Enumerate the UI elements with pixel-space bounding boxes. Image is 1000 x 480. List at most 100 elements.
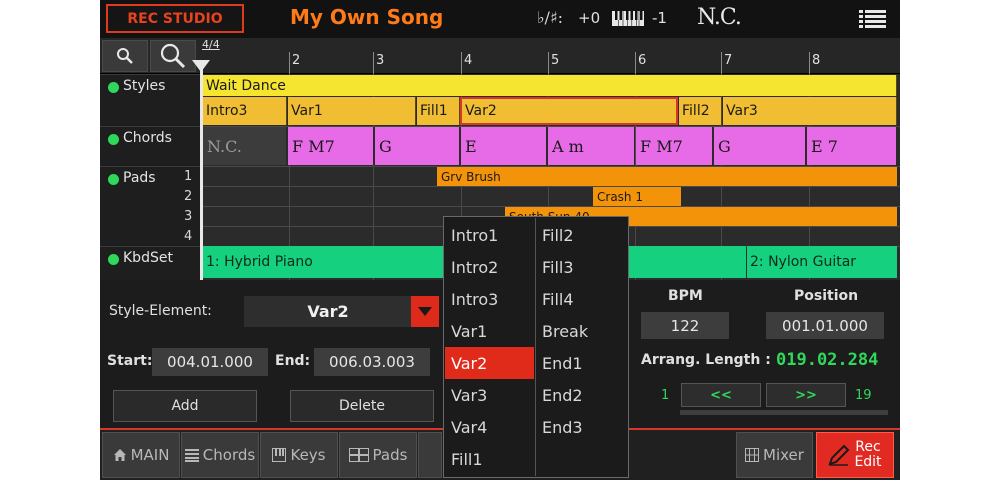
transpose-value[interactable]: +0 <box>578 9 600 27</box>
bar-number: 6 <box>638 53 647 68</box>
bar-number: 7 <box>724 53 733 68</box>
bar-number: 2 <box>292 53 301 68</box>
style-main-block[interactable]: Wait Dance <box>203 75 897 96</box>
keys-icon <box>272 448 287 462</box>
bpm-label: BPM <box>668 288 703 304</box>
nav-prev-button[interactable]: << <box>681 383 761 407</box>
tab-pads[interactable]: Pads <box>339 432 417 478</box>
timeline-ruler[interactable] <box>100 38 900 74</box>
end-label: End: <box>275 353 311 369</box>
dropdown-option[interactable]: Fill2 <box>536 219 626 251</box>
dropdown-option[interactable]: Var1 <box>445 315 535 347</box>
delete-button[interactable]: Delete <box>290 390 434 422</box>
track-name: Pads <box>123 170 156 186</box>
mixer-icon <box>745 448 760 462</box>
bar-tick <box>461 52 462 74</box>
track-enabled-dot <box>108 82 119 93</box>
style-element-block-selected[interactable]: Var2 <box>460 97 678 125</box>
style-element-block[interactable]: Var1 <box>288 97 416 125</box>
chord-block[interactable]: G <box>714 127 806 165</box>
tab-label: Rec Edit <box>854 440 881 470</box>
dropdown-option[interactable]: Fill1 <box>445 443 535 475</box>
add-button[interactable]: Add <box>113 390 257 422</box>
playhead-marker-icon[interactable] <box>192 60 210 72</box>
style-element-block[interactable]: Fill1 <box>417 97 460 125</box>
dropdown-option[interactable]: Intro3 <box>445 283 535 315</box>
dropdown-option[interactable]: Intro2 <box>445 251 535 283</box>
track-label-kbdset[interactable]: KbdSet <box>100 246 200 280</box>
track-enabled-dot <box>108 174 119 185</box>
bar-tick <box>809 52 810 74</box>
tab-label: MAIN <box>130 446 170 464</box>
chord-block[interactable]: N.C. <box>203 127 287 165</box>
rec-studio-button[interactable]: REC STUDIO <box>106 4 244 33</box>
list-icon <box>184 449 199 462</box>
chord-block[interactable]: A m <box>548 127 635 165</box>
pad-block[interactable]: Crash 1 <box>593 187 681 206</box>
bar-number: 3 <box>376 53 385 68</box>
position-label: Position <box>794 288 859 304</box>
position-slider[interactable] <box>680 410 888 415</box>
dropdown-option[interactable]: Fill4 <box>536 283 626 315</box>
style-element-label: Style-Element: <box>109 303 212 319</box>
home-icon <box>113 449 126 461</box>
tab-main[interactable]: MAIN <box>102 432 180 478</box>
dropdown-button[interactable] <box>411 296 439 327</box>
style-element-block[interactable]: Fill2 <box>679 97 722 125</box>
chord-block[interactable]: G <box>375 127 460 165</box>
pad-number: 1 <box>184 169 193 184</box>
transpose-label: ♭/♯: <box>537 8 564 27</box>
tab-rec-edit[interactable]: Rec Edit <box>816 432 894 478</box>
zoom-in-button[interactable] <box>150 40 196 72</box>
tab-label-line2: Edit <box>854 454 882 470</box>
dropdown-option[interactable]: Fill3 <box>536 251 626 283</box>
pad-number: 4 <box>184 229 193 244</box>
position-field[interactable]: 001.01.000 <box>766 312 884 339</box>
kbdset-block[interactable]: 2: Nylon Guitar <box>747 246 897 278</box>
pad-block[interactable]: Grv Brush <box>437 167 897 186</box>
dropdown-option[interactable]: Var2 <box>445 347 534 379</box>
nav-next-button[interactable]: >> <box>766 383 846 407</box>
tab-keys[interactable]: Keys <box>260 432 338 478</box>
style-element-block[interactable]: Intro3 <box>203 97 287 125</box>
tab-label: Mixer <box>763 446 804 464</box>
tab-chords[interactable]: Chords <box>181 432 259 478</box>
chord-block[interactable]: F M7 <box>288 127 374 165</box>
bpm-field[interactable]: 122 <box>641 312 729 339</box>
track-label-styles[interactable]: Styles <box>100 74 200 126</box>
tab-mixer[interactable]: Mixer <box>736 432 813 478</box>
pad-number: 2 <box>184 189 193 204</box>
track-name: Chords <box>123 130 172 146</box>
octave-value[interactable]: -1 <box>652 9 667 27</box>
dropdown-option[interactable]: End1 <box>536 347 626 379</box>
end-field[interactable]: 006.03.003 <box>314 348 430 376</box>
chord-block[interactable]: E 7 <box>807 127 897 165</box>
tab-hidden[interactable] <box>418 432 442 478</box>
style-element-block[interactable]: Var3 <box>723 97 897 125</box>
search-large-icon <box>160 43 186 69</box>
dropdown-option[interactable]: Break <box>536 315 626 347</box>
dropdown-option[interactable]: End2 <box>536 379 626 411</box>
start-label: Start: <box>107 353 153 369</box>
start-field[interactable]: 004.01.000 <box>152 348 268 376</box>
song-title[interactable]: My Own Song <box>290 5 443 29</box>
dropdown-option[interactable]: Var4 <box>445 411 535 443</box>
bar-tick <box>721 52 722 74</box>
style-element-select[interactable]: Var2 <box>244 296 412 327</box>
chord-display: N.C. <box>697 5 742 30</box>
playhead[interactable] <box>200 60 203 280</box>
keyboard-icon <box>612 11 644 26</box>
menu-icon[interactable] <box>859 10 886 28</box>
bar-tick <box>289 52 290 74</box>
zoom-out-button[interactable] <box>102 40 148 72</box>
bar-tick <box>548 52 549 74</box>
chord-block[interactable]: E <box>461 127 547 165</box>
chord-block[interactable]: F M7 <box>636 127 713 165</box>
dropdown-option[interactable]: Var3 <box>445 379 535 411</box>
track-label-chords[interactable]: Chords <box>100 126 200 166</box>
pad-number: 3 <box>184 209 193 224</box>
bar-tick <box>635 52 636 74</box>
dropdown-option[interactable]: Intro1 <box>445 219 535 251</box>
tab-label: Chords <box>202 446 256 464</box>
dropdown-option[interactable]: End3 <box>536 411 626 443</box>
